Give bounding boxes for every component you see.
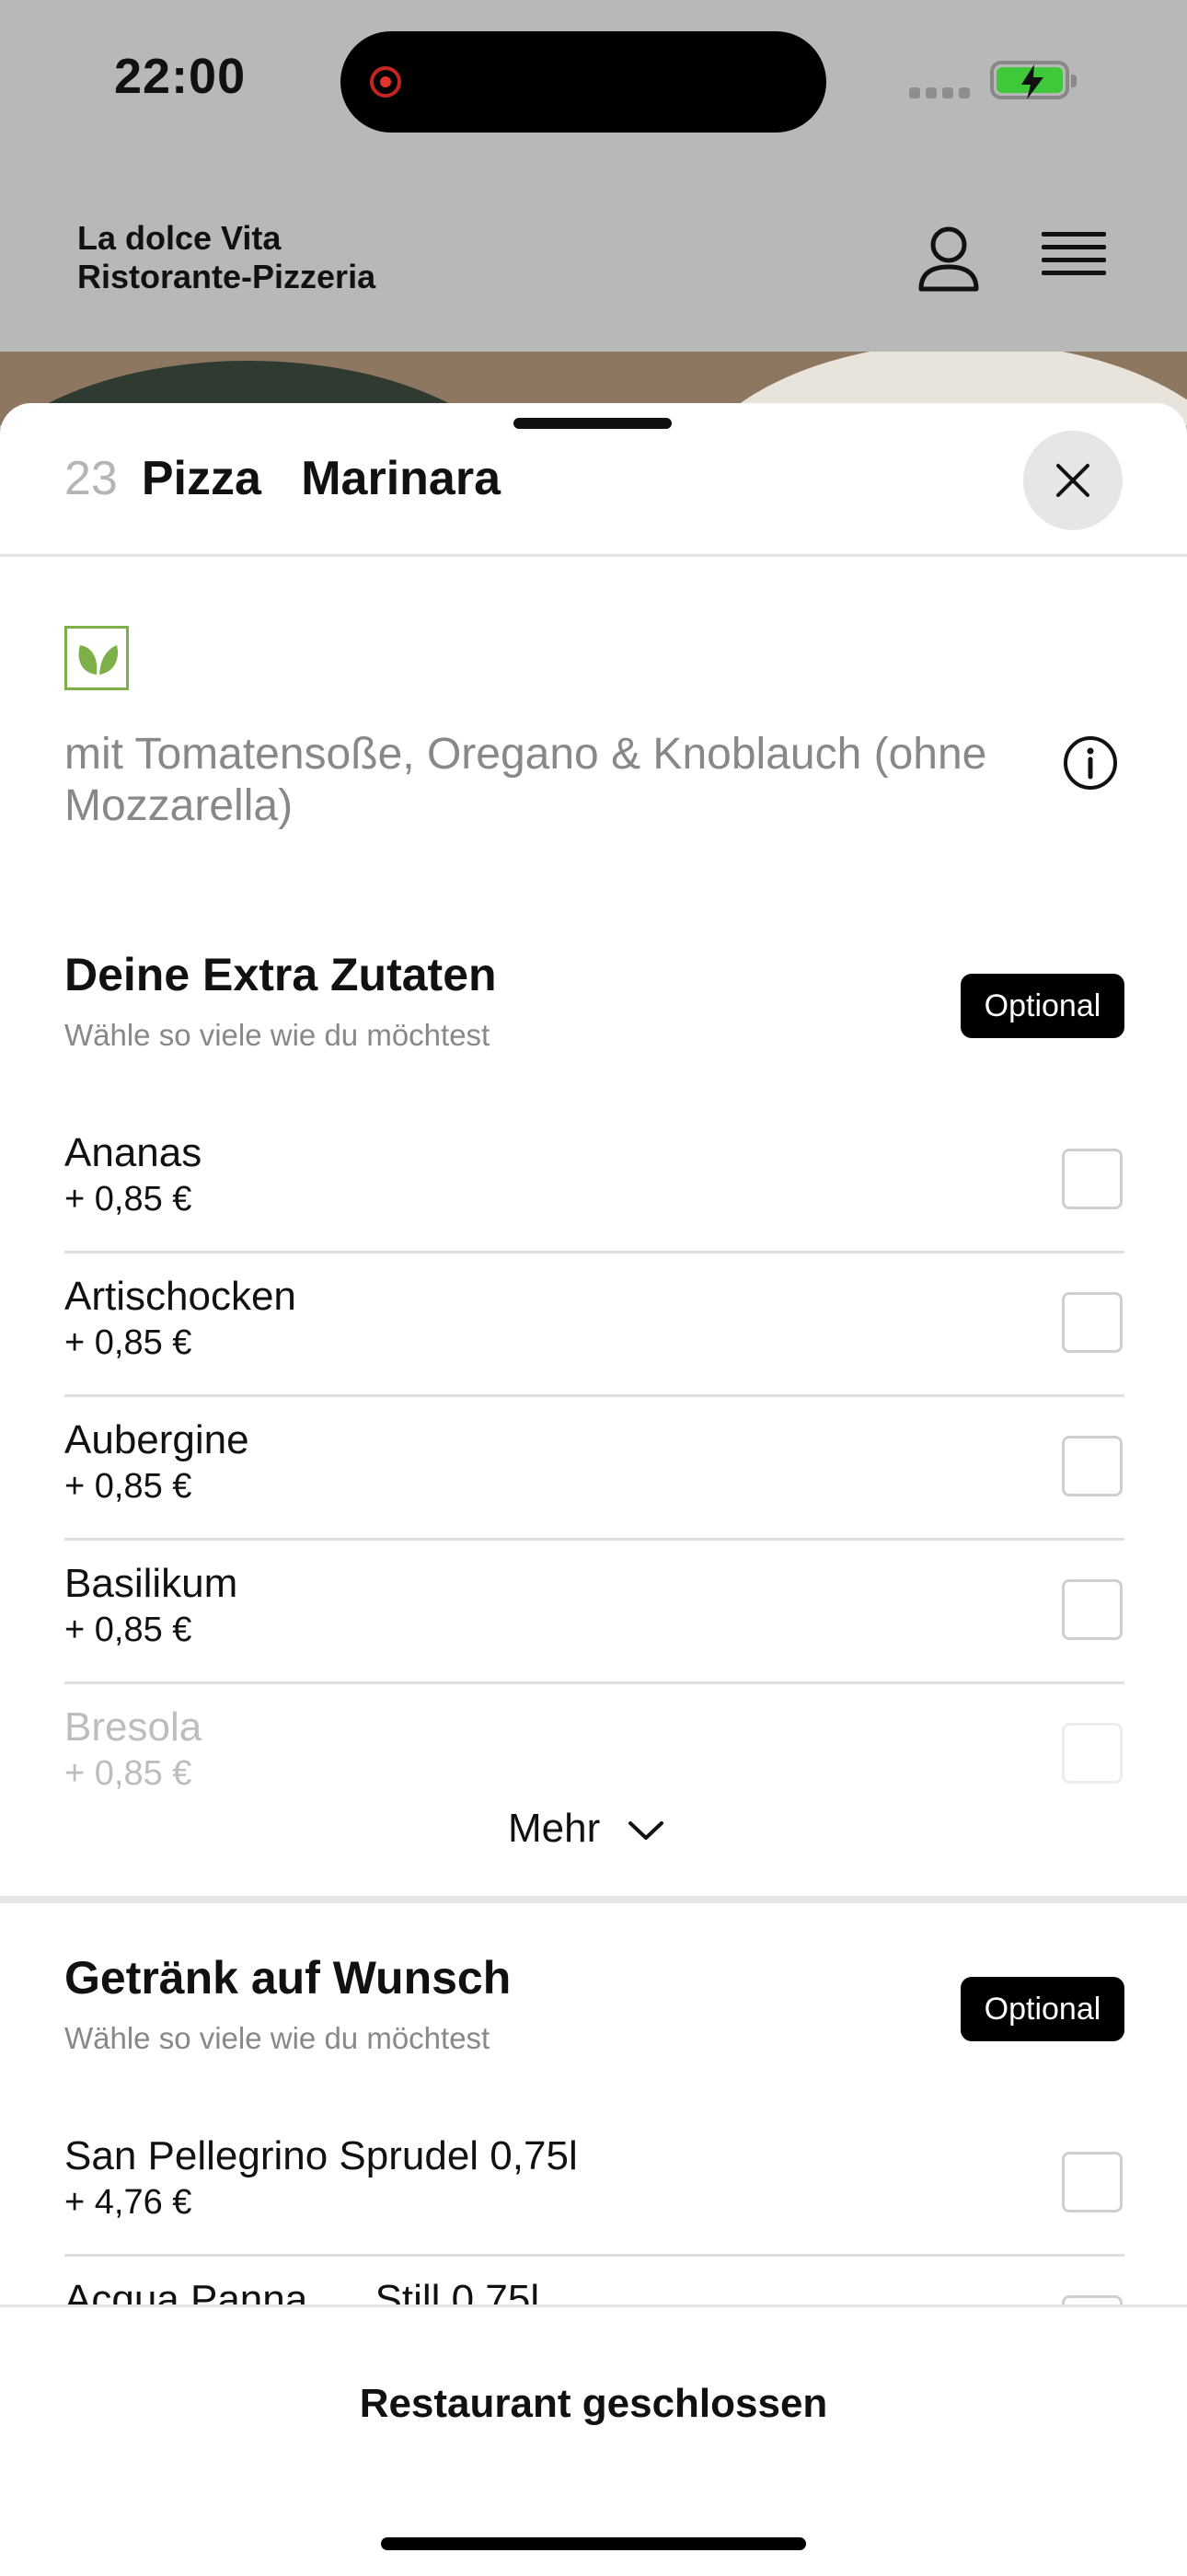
option-checkbox[interactable]	[1062, 1723, 1123, 1784]
option-name: Artischocken	[64, 1274, 296, 1319]
hamburger-menu-button[interactable]	[1042, 232, 1106, 287]
status-time: 22:00	[114, 49, 247, 104]
leaf-icon	[78, 645, 119, 675]
drinks-section-title: Getränk auf Wunsch	[64, 1952, 512, 2004]
section-separator	[0, 1896, 1187, 1903]
footer-bar: Restaurant geschlossen	[0, 2305, 1187, 2576]
brand-subtitle: Ristorante-Pizzeria	[77, 258, 376, 295]
option-name: Aubergine	[64, 1417, 249, 1462]
option-checkbox[interactable]	[1062, 1149, 1123, 1209]
chevron-down-icon	[628, 1821, 664, 1841]
option-name: Bresola	[64, 1704, 202, 1750]
extras-section-title: Deine Extra Zutaten	[64, 949, 497, 1000]
allergen-info-button[interactable]	[1062, 734, 1119, 791]
option-price: + 0,85 €	[64, 1754, 192, 1793]
item-number: 23	[64, 452, 118, 505]
show-more-button[interactable]: Mehr	[508, 1806, 664, 1861]
brand-name: La dolce Vita	[77, 219, 282, 257]
option-checkbox[interactable]	[1062, 1436, 1123, 1496]
drinks-optional-badge: Optional	[961, 1977, 1124, 2041]
option-price: + 0,85 €	[64, 1180, 192, 1219]
option-name: San Pellegrino Sprudel 0,75l	[64, 2133, 578, 2178]
home-indicator[interactable]	[381, 2537, 806, 2550]
item-detail-sheet: 23 Pizza Marinara mit Tomatensoße, Oregan…	[0, 403, 1187, 2573]
extras-section-subtitle: Wähle so viele wie du möchtest	[64, 1018, 490, 1052]
option-price: + 0,85 €	[64, 1323, 192, 1362]
screen-recording-icon	[370, 66, 401, 98]
option-checkbox[interactable]	[1062, 1292, 1123, 1353]
close-button[interactable]	[1023, 431, 1123, 530]
option-checkbox[interactable]	[1062, 2152, 1123, 2212]
battery-icon	[990, 61, 1077, 99]
item-title: Pizza Marinara	[141, 452, 501, 505]
option-price: + 0,85 €	[64, 1467, 192, 1506]
restaurant-brand[interactable]: La dolce Vita Ristorante-Pizzeria	[77, 219, 375, 296]
cellular-signal-icon	[909, 87, 975, 103]
item-description: mit Tomatensoße, Oregano & Knoblauch (oh…	[64, 730, 987, 830]
sheet-grabber[interactable]	[513, 418, 672, 429]
user-icon	[918, 226, 979, 292]
option-name: Basilikum	[64, 1561, 238, 1606]
close-icon	[1056, 464, 1089, 497]
extras-optional-badge: Optional	[961, 974, 1124, 1038]
vegan-badge	[64, 626, 129, 690]
drink-option-san-pellegrino[interactable]: San Pellegrino Sprudel 0,75l + 4,76 €	[64, 2113, 1124, 2257]
option-price: + 0,85 €	[64, 1611, 192, 1649]
restaurant-closed-status: Restaurant geschlossen	[359, 2381, 828, 2426]
extra-option-artischocken[interactable]: Artischocken + 0,85 €	[64, 1253, 1124, 1397]
extra-option-basilikum[interactable]: Basilikum + 0,85 €	[64, 1541, 1124, 1684]
dynamic-island	[340, 31, 826, 133]
drinks-section-subtitle: Wähle so viele wie du möchtest	[64, 2021, 490, 2055]
show-more-label: Mehr	[508, 1806, 601, 1851]
extra-option-aubergine[interactable]: Aubergine + 0,85 €	[64, 1397, 1124, 1541]
option-price: + 4,76 €	[64, 2183, 192, 2222]
extra-option-ananas[interactable]: Ananas + 0,85 €	[64, 1110, 1124, 1253]
option-name: Ananas	[64, 1130, 202, 1175]
item-title-row: 23 Pizza Marinara	[64, 451, 501, 506]
user-account-button[interactable]	[916, 225, 981, 295]
title-divider	[0, 554, 1187, 557]
option-checkbox[interactable]	[1062, 1579, 1123, 1640]
info-icon	[1064, 736, 1117, 790]
